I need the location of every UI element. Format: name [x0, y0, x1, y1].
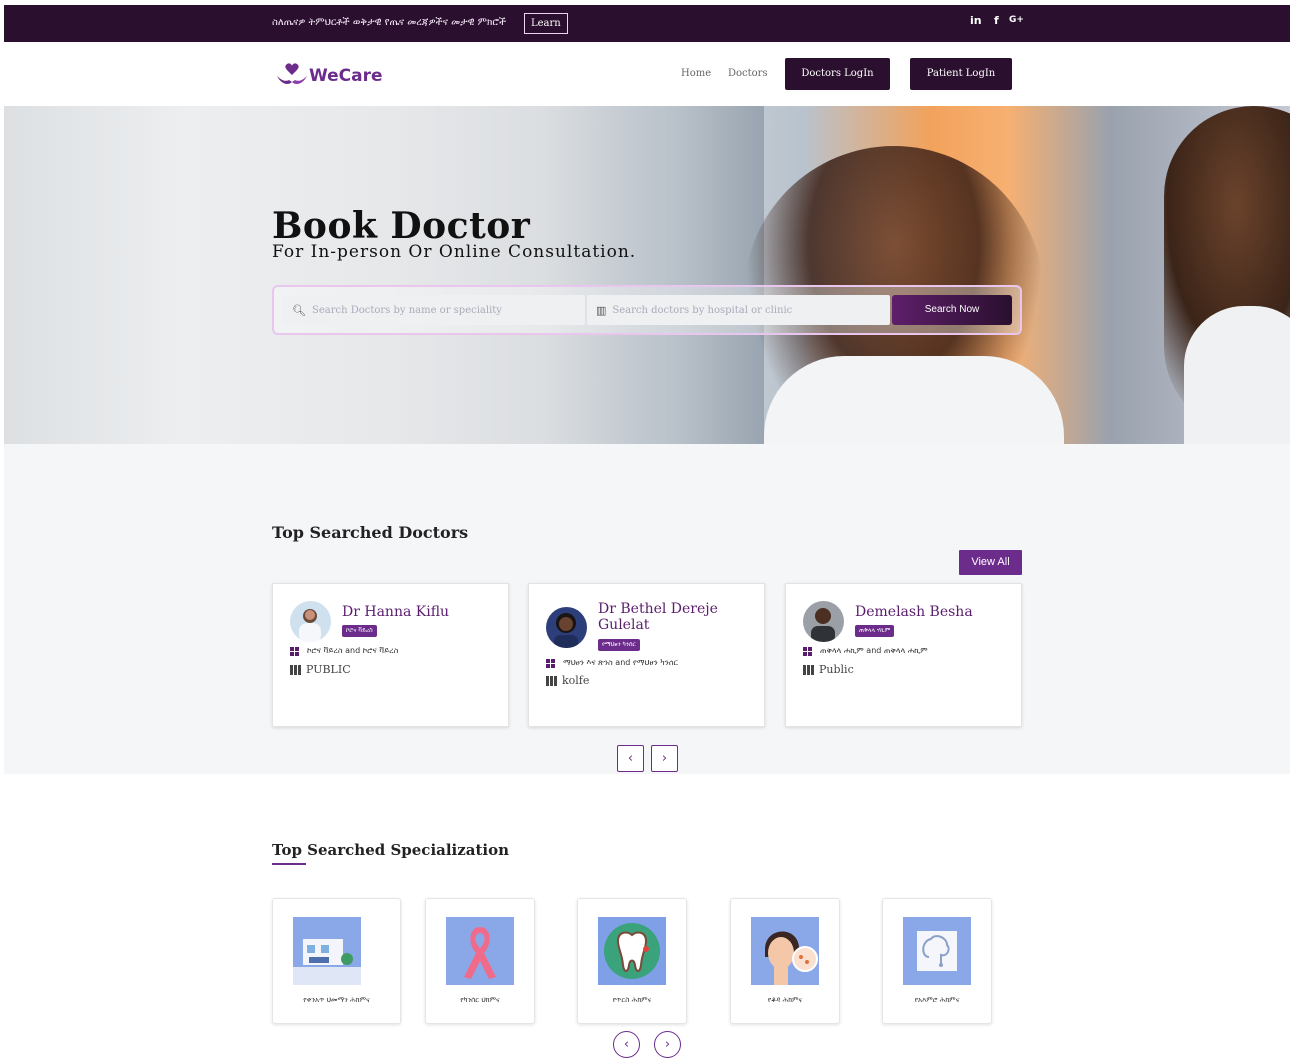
- search-icon: 🔍︎: [292, 303, 306, 317]
- top-doctors-heading: Top Searched Doctors: [272, 523, 469, 542]
- hero-doctor-coat: [764, 356, 1064, 444]
- heart-hands-icon: [277, 63, 307, 84]
- location-text: kolfe: [562, 674, 590, 687]
- specialty-line: ኮሮና ቫይረስ and ኮሮና ቫይረስ: [290, 646, 398, 656]
- patient-login-button[interactable]: Patient LogIn: [910, 58, 1012, 90]
- specialty-line: ጠቅላላ ሐኪም and ጠቅላላ ሐኪም: [803, 646, 928, 656]
- specialization-prev-button[interactable]: ‹: [613, 1031, 640, 1058]
- hero-doctor-coat-2: [1184, 306, 1290, 444]
- view-all-button[interactable]: View All: [959, 550, 1022, 575]
- skin-icon: [751, 917, 819, 985]
- specialty-badge: ኮሮና ቫይረስ: [342, 625, 377, 637]
- hero-title: Book Doctor: [272, 205, 531, 247]
- doctor-name[interactable]: Dr Bethel Dereje Gulelat: [598, 601, 758, 633]
- clinic-icon: [293, 917, 361, 985]
- hospital-search-field[interactable]: ▥: [587, 295, 890, 325]
- specialization-label: የአእምሮ ሕክምና: [914, 996, 960, 1004]
- specialization-label: የጥርስ ሕክምና: [612, 996, 652, 1004]
- google-plus-icon[interactable]: G+: [1009, 15, 1024, 25]
- doctor-search-input[interactable]: [311, 304, 572, 316]
- specialty-badge: የማህፀን ካንሰር: [598, 639, 640, 651]
- grid-icon: [546, 658, 555, 668]
- brand-logo[interactable]: WeCare: [275, 62, 383, 90]
- hospital-search-input[interactable]: [612, 304, 873, 316]
- location-line: kolfe: [546, 674, 589, 687]
- specialization-label: የቀንአጥ ህመማን ሕክምና: [303, 996, 370, 1004]
- brain-icon: [903, 917, 971, 985]
- search-now-button[interactable]: Search Now: [892, 295, 1012, 325]
- avatar: [290, 601, 331, 642]
- search-panel: 🔍︎ ▥ Search Now: [272, 285, 1022, 335]
- map-icon: [803, 664, 815, 675]
- map-icon: [290, 664, 302, 675]
- specialty-text: ኮሮና ቫይረስ and ኮሮና ቫይረስ: [307, 646, 399, 655]
- specialty-badge: ጠቅላላ ሃኪም: [855, 625, 895, 637]
- heading-underline: [272, 863, 306, 865]
- hero-background: [544, 106, 764, 444]
- specialty-text: ማህፀን እና ጽንስ and የማህፀን ካንሰር: [563, 658, 678, 667]
- linkedin-icon[interactable]: in: [970, 14, 982, 27]
- grid-icon: [803, 646, 812, 656]
- announcement-text: ስለጤናዎ ትምህርቶች ወቅታዊ የጤና መረጃዎችና መታዊ ምክሮች: [272, 17, 507, 28]
- specialization-card[interactable]: የቆዳ ሕክምና: [730, 898, 840, 1024]
- specialization-label: የካንሰር ህክምና: [460, 996, 500, 1004]
- doctors-next-button[interactable]: ›: [651, 745, 678, 772]
- hero-subtitle: For In-person Or Online Consultation.: [272, 242, 637, 262]
- specialization-card[interactable]: የጥርስ ሕክምና: [577, 898, 687, 1024]
- specialty-text: ጠቅላላ ሐኪም and ጠቅላላ ሐኪም: [820, 646, 928, 655]
- top-bar: ስለጤናዎ ትምህርቶች ወቅታዊ የጤና መረጃዎችና መታዊ ምክሮች Le…: [4, 5, 1290, 42]
- avatar: [546, 607, 587, 648]
- ribbon-icon: [446, 917, 514, 985]
- specialization-next-button[interactable]: ›: [654, 1031, 681, 1058]
- specialization-card[interactable]: የቀንአጥ ህመማን ሕክምና: [272, 898, 401, 1024]
- specialty-line: ማህፀን እና ጽንስ and የማህፀን ካንሰር: [546, 658, 678, 668]
- specialization-card[interactable]: የአእምሮ ሕክምና: [882, 898, 992, 1024]
- specialization-label: የቆዳ ሕክምና: [767, 996, 803, 1004]
- facebook-icon[interactable]: f: [994, 14, 999, 27]
- hospital-icon: ▥: [596, 303, 607, 317]
- location-line: Public: [803, 663, 854, 676]
- grid-icon: [290, 646, 299, 656]
- specialization-card[interactable]: የካንሰር ህክምና: [425, 898, 535, 1024]
- brand-name: WeCare: [309, 66, 383, 86]
- learn-button[interactable]: Learn: [524, 13, 568, 34]
- nav-doctors-link[interactable]: Doctors: [728, 68, 768, 79]
- doctor-card[interactable]: Dr Hanna Kiflu ኮሮና ቫይረስ ኮሮና ቫይረስ and ኮሮና…: [272, 583, 509, 727]
- doctor-name[interactable]: Demelash Besha: [855, 604, 973, 620]
- hero-banner: [4, 106, 1290, 444]
- doctor-card[interactable]: Demelash Besha ጠቅላላ ሃኪም ጠቅላላ ሐኪም and ጠቅላ…: [785, 583, 1022, 727]
- specialization-heading: Top Searched Specialization: [272, 841, 510, 859]
- tooth-icon: [598, 917, 666, 985]
- avatar: [803, 601, 844, 642]
- doctors-login-button[interactable]: Doctors LogIn: [785, 58, 890, 90]
- doctor-search-field[interactable]: 🔍︎: [283, 295, 585, 325]
- nav-home-link[interactable]: Home: [681, 68, 711, 79]
- map-icon: [546, 675, 558, 686]
- location-line: PUBLIC: [290, 663, 351, 676]
- location-text: PUBLIC: [306, 663, 351, 676]
- doctors-prev-button[interactable]: ‹: [617, 745, 644, 772]
- doctor-name[interactable]: Dr Hanna Kiflu: [342, 604, 449, 620]
- doctor-card[interactable]: Dr Bethel Dereje Gulelat የማህፀን ካንሰር ማህፀን…: [528, 583, 765, 727]
- location-text: Public: [819, 663, 854, 676]
